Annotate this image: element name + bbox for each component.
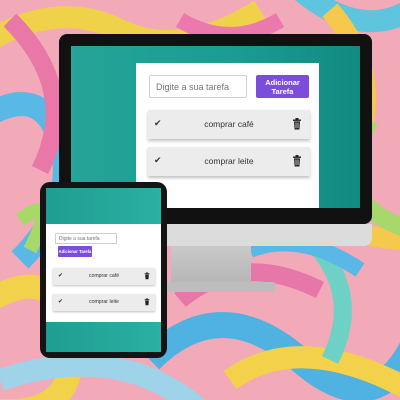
trash-icon[interactable] <box>144 298 150 306</box>
trash-icon[interactable] <box>144 272 150 280</box>
task-label: comprar café <box>88 273 120 279</box>
camera-icon <box>98 184 109 215</box>
monitor-stand <box>171 246 251 284</box>
task-item: ✔ comprar leite <box>53 294 155 311</box>
task-label: comprar café <box>204 119 254 129</box>
trash-icon[interactable] <box>292 118 302 130</box>
task-item: ✔ comprar café <box>53 268 155 285</box>
task-label: comprar leite <box>89 299 119 305</box>
tablet-device: Adicionar Tarefa ✔ comprar café ✔ compra… <box>40 182 167 358</box>
task-input[interactable] <box>149 75 247 98</box>
task-label: comprar leite <box>204 156 254 166</box>
todo-card: Adicionar Tarefa ✔ comprar café ✔ compra… <box>46 224 161 322</box>
add-task-button[interactable]: Adicionar Tarefa <box>256 75 309 98</box>
trash-icon[interactable] <box>292 155 302 167</box>
tablet-screen: Adicionar Tarefa ✔ comprar café ✔ compra… <box>46 188 161 352</box>
task-item: ✔ comprar café <box>148 110 310 139</box>
task-input[interactable] <box>55 233 117 244</box>
task-item: ✔ comprar leite <box>148 147 310 176</box>
add-task-button[interactable]: Adicionar Tarefa <box>58 246 92 257</box>
